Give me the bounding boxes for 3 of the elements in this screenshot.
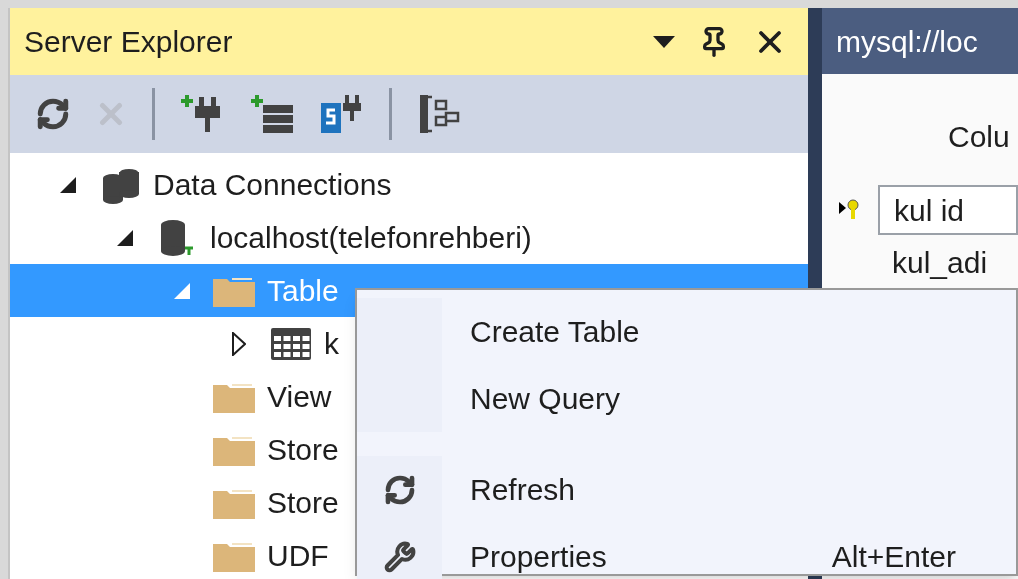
shortcut-text: Alt+Enter: [831, 539, 956, 575]
panel-title: Server Explorer: [24, 24, 233, 60]
column-heading: Colu: [947, 119, 1011, 155]
